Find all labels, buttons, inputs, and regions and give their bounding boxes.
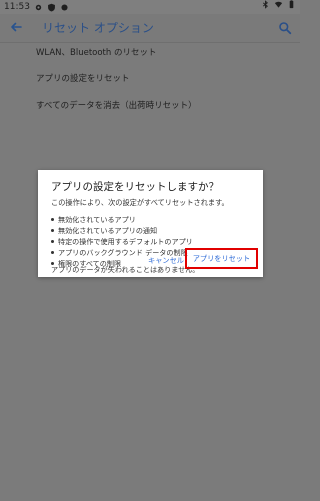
- settings-gear-icon: [34, 3, 43, 12]
- shield-icon: [47, 3, 56, 12]
- reset-app-button[interactable]: アプリをリセット: [185, 248, 258, 269]
- bullet-dot-icon: [51, 251, 54, 254]
- setting-factory-reset[interactable]: すべてのデータを消去（出荷時リセット）: [36, 100, 197, 112]
- cancel-button[interactable]: キャンセル: [145, 255, 187, 267]
- search-icon[interactable]: [278, 20, 292, 35]
- setting-reset-app-settings[interactable]: アプリの設定をリセット: [36, 73, 130, 85]
- dialog-bullet-text: 無効化されているアプリ: [58, 215, 136, 224]
- status-left: 11:53: [4, 0, 69, 14]
- setting-reset-wlan-bluetooth[interactable]: WLAN、Bluetooth のリセット: [36, 47, 156, 59]
- dialog-description: この操作により、次の設定がすべてリセットされます。: [51, 198, 229, 207]
- bullet-dot-icon: [51, 240, 54, 243]
- dialog-bullet-item: 無効化されているアプリの通知: [48, 225, 193, 236]
- bullet-dot-icon: [51, 229, 54, 232]
- bullet-dot-icon: [51, 218, 54, 221]
- reset-app-button-label[interactable]: アプリをリセット: [187, 250, 256, 267]
- status-right: [261, 0, 296, 9]
- page-title: リセット オプション: [42, 21, 154, 35]
- wifi-icon: [274, 0, 283, 9]
- bluetooth-icon: [261, 0, 270, 9]
- app-bar: リセット オプション: [0, 14, 300, 43]
- arrow-left-icon[interactable]: [8, 19, 24, 35]
- dialog-bullet-item: 特定の操作で使用するデフォルトのアプリ: [48, 236, 193, 247]
- dialog-title: アプリの設定をリセットしますか？: [51, 181, 219, 193]
- dialog-bullet-text: 無効化されているアプリの通知: [58, 226, 158, 235]
- battery-icon: [287, 0, 296, 9]
- dialog-bullet-item: 無効化されているアプリ: [48, 214, 193, 225]
- notification-dot-icon: [60, 3, 69, 12]
- status-bar: 11:53: [0, 0, 300, 14]
- dialog-bullet-text: 特定の操作で使用するデフォルトのアプリ: [58, 237, 193, 246]
- status-time: 11:53: [4, 2, 30, 12]
